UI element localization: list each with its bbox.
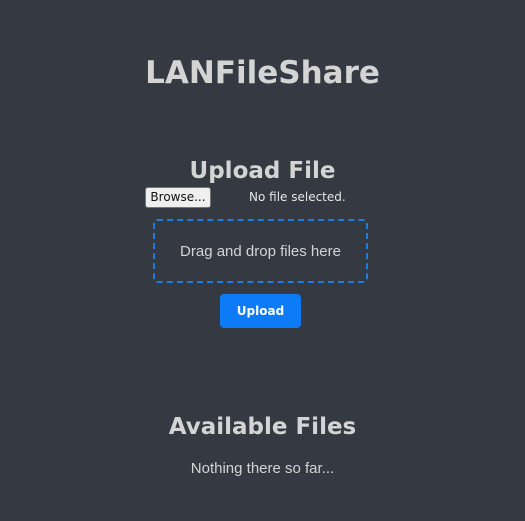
drop-zone-label: Drag and drop files here	[180, 242, 341, 260]
file-input[interactable]: Browse... No file selected.	[145, 187, 380, 208]
upload-button[interactable]: Upload	[220, 294, 301, 328]
browse-button[interactable]: Browse...	[145, 187, 211, 208]
app-title: LANFileShare	[145, 54, 380, 91]
empty-files-message: Nothing there so far...	[190, 460, 335, 477]
drop-zone[interactable]: Drag and drop files here	[153, 219, 368, 283]
available-files-heading: Available Files	[168, 414, 357, 441]
file-status-text: No file selected.	[249, 190, 346, 204]
upload-heading: Upload File	[189, 158, 336, 185]
